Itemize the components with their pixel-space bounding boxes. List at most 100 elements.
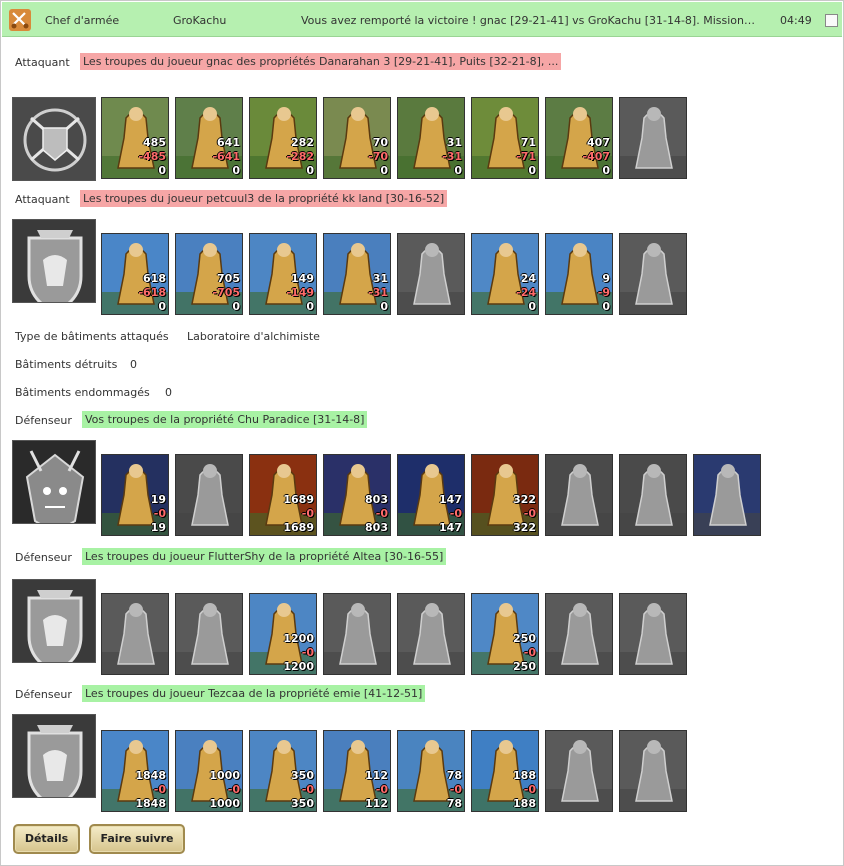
destroyed-label: Bâtiments détruits (15, 358, 118, 371)
dragon-unit-icon[interactable]: 803 -0 803 (323, 454, 391, 536)
unit-count: 641 (217, 136, 240, 149)
swordsman-unit-icon[interactable]: 641 -641 0 (175, 97, 243, 179)
griffin-unit-icon[interactable]: 70 -70 0 (323, 97, 391, 179)
report-time: 04:49 (780, 14, 812, 27)
unit-remaining: 1000 (209, 797, 240, 810)
guardian-unit-icon[interactable] (545, 730, 613, 812)
unit-loss: -70 (368, 150, 388, 163)
paladin-unit-icon[interactable]: 705 -705 0 (175, 233, 243, 315)
spearman-unit-icon[interactable] (175, 593, 243, 675)
pegasus-unit-icon[interactable]: 31 -31 0 (323, 233, 391, 315)
report-header[interactable]: Chef d'armée GroKachu Vous avez remporté… (2, 2, 842, 37)
unit-count: 188 (513, 769, 536, 782)
lancer-unit-icon[interactable]: 1200 -0 1200 (249, 593, 317, 675)
paladin-unit-icon[interactable]: 1000 -0 1000 (175, 730, 243, 812)
unit-remaining: 250 (513, 660, 536, 673)
unit-loss: -0 (301, 783, 314, 796)
unit-count: 705 (217, 272, 240, 285)
details-button[interactable]: Détails (13, 824, 80, 854)
lancer-unit-icon[interactable]: 149 -149 0 (249, 233, 317, 315)
unit-remaining: 322 (513, 521, 536, 534)
unit-remaining: 0 (380, 164, 388, 177)
unit-remaining: 1689 (283, 521, 314, 534)
unit-loss: -0 (301, 646, 314, 659)
unit-remaining: 112 (365, 797, 388, 810)
skeleton-unit-icon[interactable] (175, 454, 243, 536)
ghost-unit-icon[interactable] (619, 730, 687, 812)
unit-count: 1000 (209, 769, 240, 782)
unit-loss: -705 (212, 286, 240, 299)
unit-count: 149 (291, 272, 314, 285)
pit-lord-unit-icon[interactable]: 322 -0 322 (471, 454, 539, 536)
attacker-troops-tag: Les troupes du joueur petcuul3 de la pro… (80, 190, 448, 207)
unit-loss: -0 (449, 507, 462, 520)
unit-count: 1848 (135, 769, 166, 782)
fire-beast-unit-icon[interactable]: 1689 -0 1689 (249, 454, 317, 536)
unit-remaining: 147 (439, 521, 462, 534)
pegasus-unit-icon[interactable]: 112 -0 112 (323, 730, 391, 812)
wraith-unit-icon[interactable] (619, 454, 687, 536)
lion-shield-crest-icon (12, 579, 96, 663)
unit-loss: -0 (301, 507, 314, 520)
unit-remaining: 0 (528, 300, 536, 313)
unit-count: 31 (372, 272, 388, 285)
unit-loss: -641 (212, 150, 240, 163)
unit-count: 9 (602, 272, 610, 285)
select-checkbox[interactable] (825, 14, 838, 27)
unit-count: 78 (446, 769, 462, 782)
dwarf-gold-unit-icon[interactable] (101, 593, 169, 675)
demon-crest-icon (12, 440, 96, 524)
unit-remaining: 0 (232, 300, 240, 313)
guardian-unit-icon[interactable]: 9 -9 0 (545, 233, 613, 315)
archer-unit-icon[interactable]: 78 -0 78 (397, 730, 465, 812)
ghost-unit-icon[interactable] (619, 233, 687, 315)
defender-label: Défenseur (15, 414, 72, 427)
unit-loss: -31 (442, 150, 462, 163)
warlord-unit-icon[interactable] (545, 454, 613, 536)
unit-remaining: 0 (454, 164, 462, 177)
unit-count: 31 (446, 136, 462, 149)
unit-count: 407 (587, 136, 610, 149)
report-summary: Vous avez remporté la victoire ! gnac [2… (301, 14, 755, 27)
unit-loss: -71 (516, 150, 536, 163)
unit-remaining: 0 (602, 300, 610, 313)
guardian-unit-icon[interactable] (545, 593, 613, 675)
unit-count: 19 (150, 493, 166, 506)
dwarf-unit-icon[interactable]: 485 -485 0 (101, 97, 169, 179)
fire-elemental-unit-icon[interactable]: 147 -0 147 (397, 454, 465, 536)
lancer-unit-icon[interactable]: 350 -0 350 (249, 730, 317, 812)
unit-remaining: 0 (158, 300, 166, 313)
unit-loss: -485 (138, 150, 166, 163)
pegasus-unit-icon[interactable] (323, 593, 391, 675)
elf-mage-unit-icon[interactable]: 71 -71 0 (471, 97, 539, 179)
crossbow-unit-icon[interactable] (397, 593, 465, 675)
priest-unit-icon[interactable]: 24 -24 0 (471, 233, 539, 315)
unit-count: 485 (143, 136, 166, 149)
unit-loss: -282 (286, 150, 314, 163)
unit-count: 803 (365, 493, 388, 506)
unit-remaining: 0 (158, 164, 166, 177)
ogre-unit-icon[interactable] (619, 97, 687, 179)
crossbow-unit-icon[interactable] (397, 233, 465, 315)
priest-unit-icon[interactable]: 188 -0 188 (471, 730, 539, 812)
dwarf-gold-unit-icon[interactable]: 618 -618 0 (101, 233, 169, 315)
unit-count: 1200 (283, 632, 314, 645)
unit-count: 322 (513, 493, 536, 506)
defender-troops-tag: Les troupes du joueur FlutterShy de la p… (82, 548, 447, 565)
ghost-unit-icon[interactable] (619, 593, 687, 675)
dwarf-gold-unit-icon[interactable]: 1848 -0 1848 (101, 730, 169, 812)
forward-button[interactable]: Faire suivre (89, 824, 185, 854)
unit-count: 282 (291, 136, 314, 149)
unit-count: 147 (439, 493, 462, 506)
war-machine-unit-icon[interactable] (693, 454, 761, 536)
spearman-unit-icon[interactable]: 282 -282 0 (249, 97, 317, 179)
unit-remaining: 78 (446, 797, 462, 810)
monk-unit-icon[interactable]: 407 -407 0 (545, 97, 613, 179)
archer-unit-icon[interactable]: 31 -31 0 (397, 97, 465, 179)
unit-loss: -0 (449, 783, 462, 796)
priest-unit-icon[interactable]: 250 -0 250 (471, 593, 539, 675)
lion-shield-crest-icon (12, 219, 96, 303)
imp-unit-icon[interactable]: 19 -0 19 (101, 454, 169, 536)
unit-loss: -0 (523, 507, 536, 520)
unit-count: 618 (143, 272, 166, 285)
